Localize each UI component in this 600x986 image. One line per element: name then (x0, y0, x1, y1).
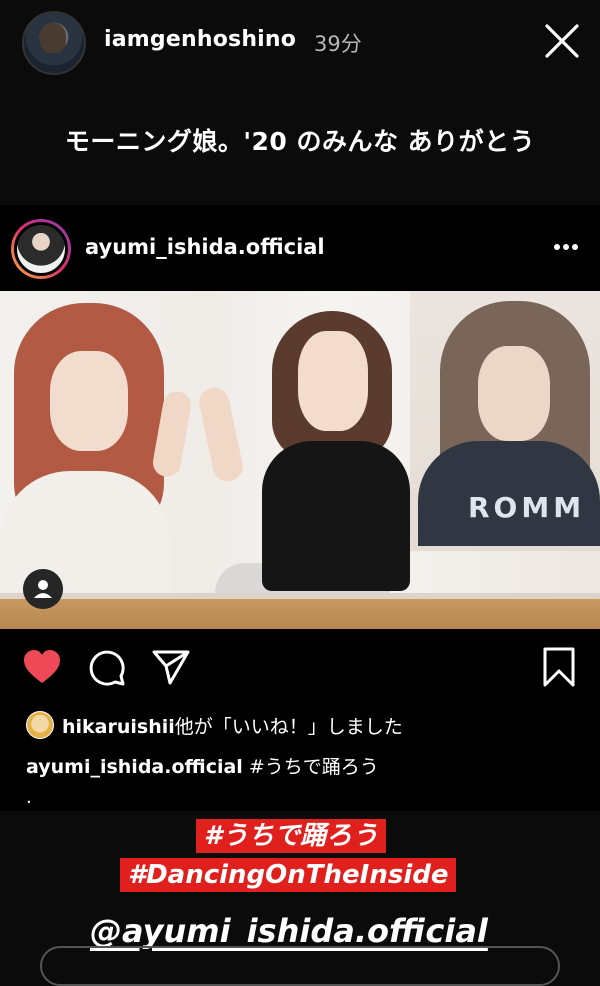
photo-person-left-face (50, 351, 128, 451)
photo-person-right-face (478, 346, 550, 441)
more-icon[interactable] (553, 243, 579, 251)
post-photo[interactable]: ROMM (0, 291, 600, 629)
mention-sticker[interactable]: @ayumi_ishida.official (90, 912, 488, 950)
story-caption: モーニング娘。'20 のみんな ありがとう (64, 127, 536, 156)
user-tag-icon[interactable] (23, 569, 63, 609)
photo-shirt-text: ROMM (468, 491, 586, 524)
post-avatar[interactable] (11, 219, 71, 279)
likes-suffix: 他が「いいね！」しました (174, 716, 403, 738)
hashtag-sticker-jp[interactable]: #うちで踊ろう (196, 819, 387, 853)
close-icon[interactable] (543, 22, 581, 60)
caption-more: . (26, 787, 32, 808)
caption-text: #うちで踊ろう (242, 756, 379, 778)
story-avatar[interactable] (22, 11, 86, 75)
post-caption: ayumi_ishida.official #うちで踊ろう (26, 752, 379, 779)
comment-icon[interactable] (88, 649, 126, 687)
photo-person-center-body (262, 441, 410, 591)
story-header: iamgenhoshino 39分 (0, 0, 600, 90)
photo-floor (0, 599, 600, 629)
story-username[interactable]: iamgenhoshino (104, 27, 296, 52)
hashtag-sticker-en[interactable]: #DancingOnTheInside (120, 858, 457, 892)
post-avatar-image (14, 222, 68, 276)
likes-username[interactable]: hikaruishii (62, 716, 175, 738)
likes-text: hikaruishii他が「いいね！」しました (62, 712, 403, 739)
story-time: 39分 (314, 32, 362, 56)
caption-username[interactable]: ayumi_ishida.official (26, 756, 243, 778)
reply-bar[interactable] (40, 946, 560, 986)
liker-avatar (26, 711, 54, 739)
photo-person-center-face (298, 331, 368, 431)
post-actions (0, 643, 600, 693)
bookmark-icon[interactable] (542, 647, 576, 687)
embedded-post[interactable]: ayumi_ishida.official ROMM hikaruishii他が… (0, 205, 600, 811)
post-username[interactable]: ayumi_ishida.official (85, 235, 325, 259)
share-icon[interactable] (152, 649, 190, 685)
photo-hand-center (196, 384, 246, 485)
heart-icon[interactable] (22, 649, 62, 685)
